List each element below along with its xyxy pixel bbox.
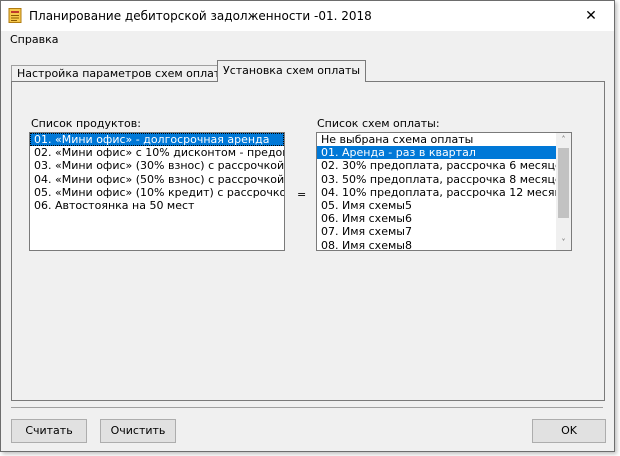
- footer-divider: [11, 407, 603, 408]
- list-item[interactable]: 07. Имя схемы7: [317, 225, 556, 238]
- equals-sign: =: [297, 188, 307, 201]
- read-button[interactable]: Считать: [11, 419, 87, 443]
- menu-help[interactable]: Справка: [10, 33, 58, 46]
- list-item[interactable]: 02. 30% предоплата, рассрочка 6 месяцев: [317, 159, 556, 172]
- clear-button[interactable]: Очистить: [100, 419, 176, 443]
- list-item[interactable]: 06. Автостоянка на 50 мест: [30, 199, 284, 212]
- schemes-list[interactable]: Не выбрана схема оплаты 01. Аренда - раз…: [316, 132, 572, 251]
- close-icon: ✕: [585, 8, 597, 24]
- list-item[interactable]: 05. Имя схемы5: [317, 199, 556, 212]
- schemes-scrollbar[interactable]: ˄ ˅: [556, 133, 571, 250]
- products-label: Список продуктов:: [31, 117, 141, 130]
- ok-button[interactable]: OK: [532, 419, 606, 443]
- products-list[interactable]: 01. «Мини офис» - долгосрочная аренда 02…: [29, 132, 285, 251]
- list-item[interactable]: 08. Имя схемы8: [317, 239, 556, 251]
- list-item[interactable]: 03. «Мини офис» (30% взнос) с рассрочкой…: [30, 159, 284, 172]
- list-item[interactable]: 02. «Мини офис» с 10% дисконтом - предоп…: [30, 146, 284, 159]
- app-icon: [8, 8, 22, 23]
- list-item[interactable]: 01. Аренда - раз в квартал: [317, 146, 556, 160]
- menu-bar: Справка: [1, 31, 614, 50]
- close-button[interactable]: ✕: [568, 1, 614, 31]
- scroll-down-icon[interactable]: ˅: [556, 236, 571, 250]
- title-bar: Планирование дебиторской задолженности -…: [1, 1, 614, 31]
- tab-panel: Список продуктов: 01. «Мини офис» - долг…: [11, 81, 605, 401]
- list-item[interactable]: 03. 50% предоплата, рассрочка 8 месяцев: [317, 173, 556, 186]
- tab-set-schemes[interactable]: Установка схем оплаты: [217, 60, 366, 82]
- list-item[interactable]: Не выбрана схема оплаты: [317, 133, 556, 146]
- scroll-up-icon[interactable]: ˄: [556, 133, 571, 147]
- window-title: Планирование дебиторской задолженности -…: [29, 9, 372, 23]
- list-item[interactable]: 04. 10% предоплата, рассрочка 12 месяцев: [317, 186, 556, 199]
- list-item[interactable]: 04. «Мини офис» (50% взнос) с рассрочкой…: [30, 173, 284, 186]
- main-window: Планирование дебиторской задолженности -…: [0, 0, 615, 452]
- scroll-thumb[interactable]: [558, 148, 569, 218]
- tab-payment-params[interactable]: Настройка параметров схем оплаты: [11, 65, 229, 82]
- list-item[interactable]: 05. «Мини офис» (10% кредит) с рассрочко…: [30, 186, 284, 199]
- list-item[interactable]: 01. «Мини офис» - долгосрочная аренда: [30, 133, 284, 147]
- list-item[interactable]: 06. Имя схемы6: [317, 212, 556, 225]
- schemes-label: Список схем оплаты:: [317, 117, 440, 130]
